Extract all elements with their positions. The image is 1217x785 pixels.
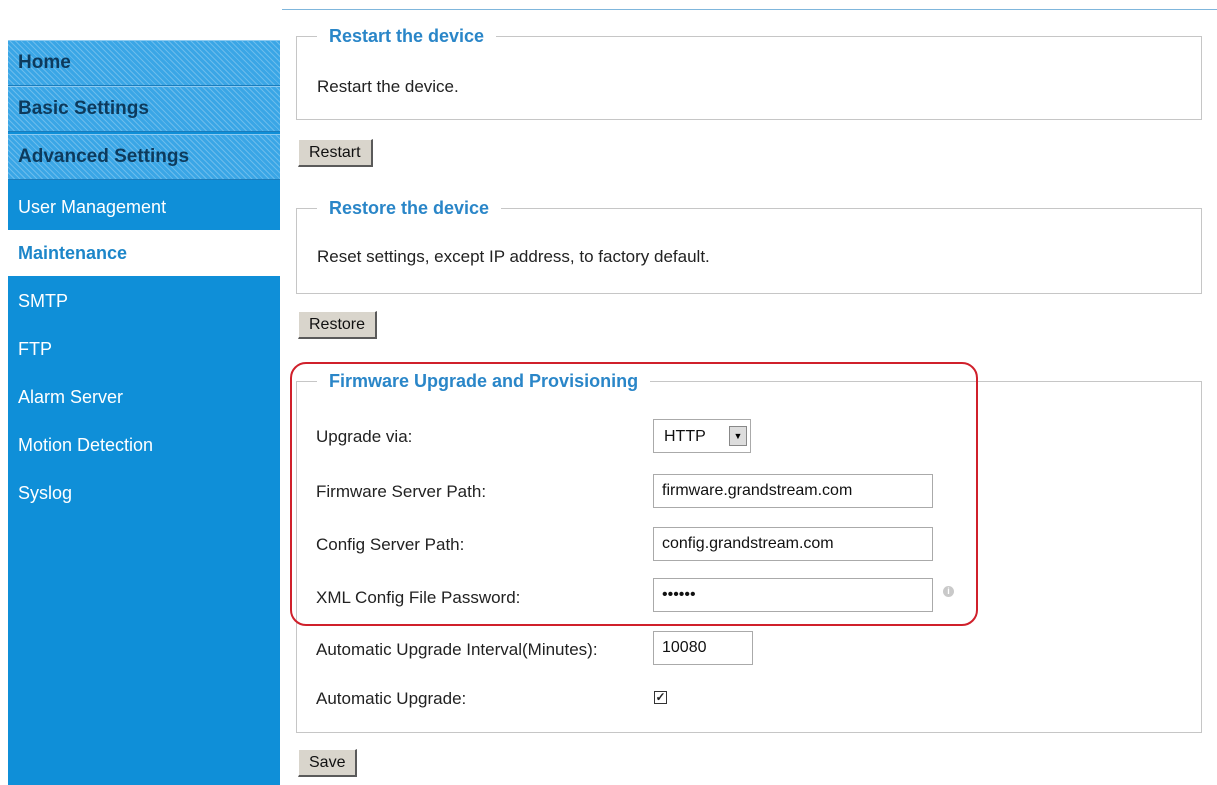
save-button[interactable]: Save — [298, 749, 358, 777]
restore-button[interactable]: Restore — [298, 311, 378, 339]
restart-button[interactable]: Restart — [298, 139, 373, 167]
sidebar-item-alarm-server[interactable]: Alarm Server — [8, 374, 280, 420]
sidebar-section-home[interactable]: Home — [8, 40, 280, 86]
sidebar-item-smtp[interactable]: SMTP — [8, 278, 280, 324]
sidebar-section-advanced-settings[interactable]: Advanced Settings — [8, 134, 280, 180]
restore-legend: Restore the device — [317, 198, 502, 218]
restore-fieldset: Restore the device Reset settings, excep… — [296, 198, 1202, 294]
automatic-upgrade-checkbox[interactable]: ✓ — [654, 691, 667, 704]
restart-fieldset: Restart the device Restart the device. — [296, 26, 1202, 120]
top-divider — [282, 9, 1217, 10]
sidebar: Home Basic Settings Advanced Settings Us… — [8, 40, 280, 785]
sidebar-section-basic-settings[interactable]: Basic Settings — [8, 86, 280, 132]
restart-legend: Restart the device — [317, 26, 497, 46]
highlight-annotation — [290, 362, 978, 626]
sidebar-item-maintenance[interactable]: Maintenance — [8, 230, 280, 276]
restore-description: Reset settings, except IP address, to fa… — [317, 247, 710, 266]
upgrade-interval-label: Automatic Upgrade Interval(Minutes): — [316, 640, 598, 659]
restart-description: Restart the device. — [317, 77, 459, 96]
upgrade-interval-input[interactable] — [653, 631, 753, 665]
sidebar-item-motion-detection[interactable]: Motion Detection — [8, 422, 280, 468]
sidebar-item-user-management[interactable]: User Management — [8, 184, 280, 230]
sidebar-item-ftp[interactable]: FTP — [8, 326, 280, 372]
automatic-upgrade-label: Automatic Upgrade: — [316, 689, 467, 708]
sidebar-item-syslog[interactable]: Syslog — [8, 470, 280, 516]
